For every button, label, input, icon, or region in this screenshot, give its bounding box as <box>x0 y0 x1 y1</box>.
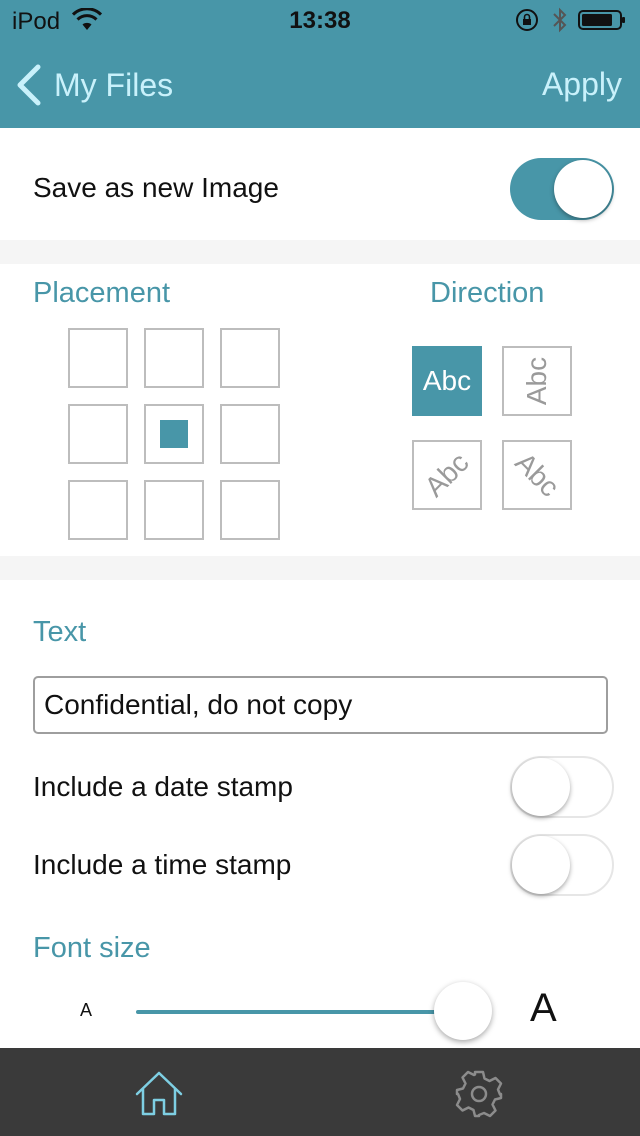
direction-vertical[interactable]: Abc <box>502 346 572 416</box>
orientation-lock-icon <box>516 9 538 31</box>
placement-cell-bottom-left[interactable] <box>68 480 128 540</box>
direction-horizontal-label: Abc <box>422 365 472 396</box>
font-size-title: Font size <box>33 932 151 964</box>
placement-title: Placement <box>33 277 171 309</box>
placement-cell-bottom-center[interactable] <box>144 480 204 540</box>
tab-home[interactable] <box>133 1068 185 1120</box>
font-size-large-label: A <box>530 986 557 1030</box>
placement-cell-center[interactable] <box>144 404 204 464</box>
save-section: Save as new Image <box>0 128 640 240</box>
placement-selected-indicator <box>160 420 188 448</box>
watermark-text-input[interactable] <box>33 676 608 734</box>
home-icon <box>135 1071 183 1116</box>
save-as-new-image-toggle[interactable] <box>510 158 614 220</box>
placement-cell-middle-left[interactable] <box>68 404 128 464</box>
back-button-label: My Files <box>54 66 174 103</box>
direction-diagonal-up-label: Abc <box>418 446 475 503</box>
toggle-knob <box>512 758 570 816</box>
tab-settings[interactable] <box>453 1068 505 1120</box>
direction-title: Direction <box>430 277 545 309</box>
direction-diagonal-down-label: Abc <box>509 446 566 503</box>
navigation-bar: iPod 13:38 My Files Apply <box>0 0 640 128</box>
status-bar: iPod 13:38 <box>0 0 640 40</box>
placement-cell-middle-right[interactable] <box>220 404 280 464</box>
font-size-small-label: A <box>80 1000 93 1020</box>
direction-diagonal-down[interactable]: Abc <box>502 440 572 510</box>
date-stamp-toggle[interactable] <box>510 756 614 818</box>
font-size-slider-thumb[interactable] <box>434 982 492 1040</box>
chevron-left-icon <box>17 64 41 106</box>
bluetooth-icon <box>553 7 567 33</box>
direction-diagonal-up[interactable]: Abc <box>412 440 482 510</box>
battery-icon <box>578 10 625 30</box>
date-stamp-label: Include a date stamp <box>33 771 293 802</box>
placement-cell-top-center[interactable] <box>144 328 204 388</box>
placement-cell-bottom-right[interactable] <box>220 480 280 540</box>
time-stamp-toggle[interactable] <box>510 834 614 896</box>
toggle-knob <box>512 836 570 894</box>
text-title: Text <box>33 616 87 648</box>
gear-icon <box>455 1070 503 1118</box>
tab-bar <box>0 1048 640 1136</box>
toggle-knob <box>554 160 612 218</box>
clock: 13:38 <box>289 7 351 34</box>
placement-cell-top-right[interactable] <box>220 328 280 388</box>
back-button[interactable]: My Files <box>14 62 173 108</box>
save-as-new-image-label: Save as new Image <box>33 172 279 203</box>
placement-cell-top-left[interactable] <box>68 328 128 388</box>
text-section: Text Include a date stamp Include a time… <box>0 580 640 1048</box>
time-stamp-label: Include a time stamp <box>33 849 292 880</box>
apply-button[interactable]: Apply <box>542 66 622 103</box>
direction-horizontal[interactable]: Abc <box>412 346 482 416</box>
direction-vertical-label: Abc <box>521 356 552 406</box>
font-size-slider-track[interactable] <box>136 1010 462 1014</box>
placement-direction-section: Placement Direction Abc Abc Abc Abc <box>0 264 640 556</box>
